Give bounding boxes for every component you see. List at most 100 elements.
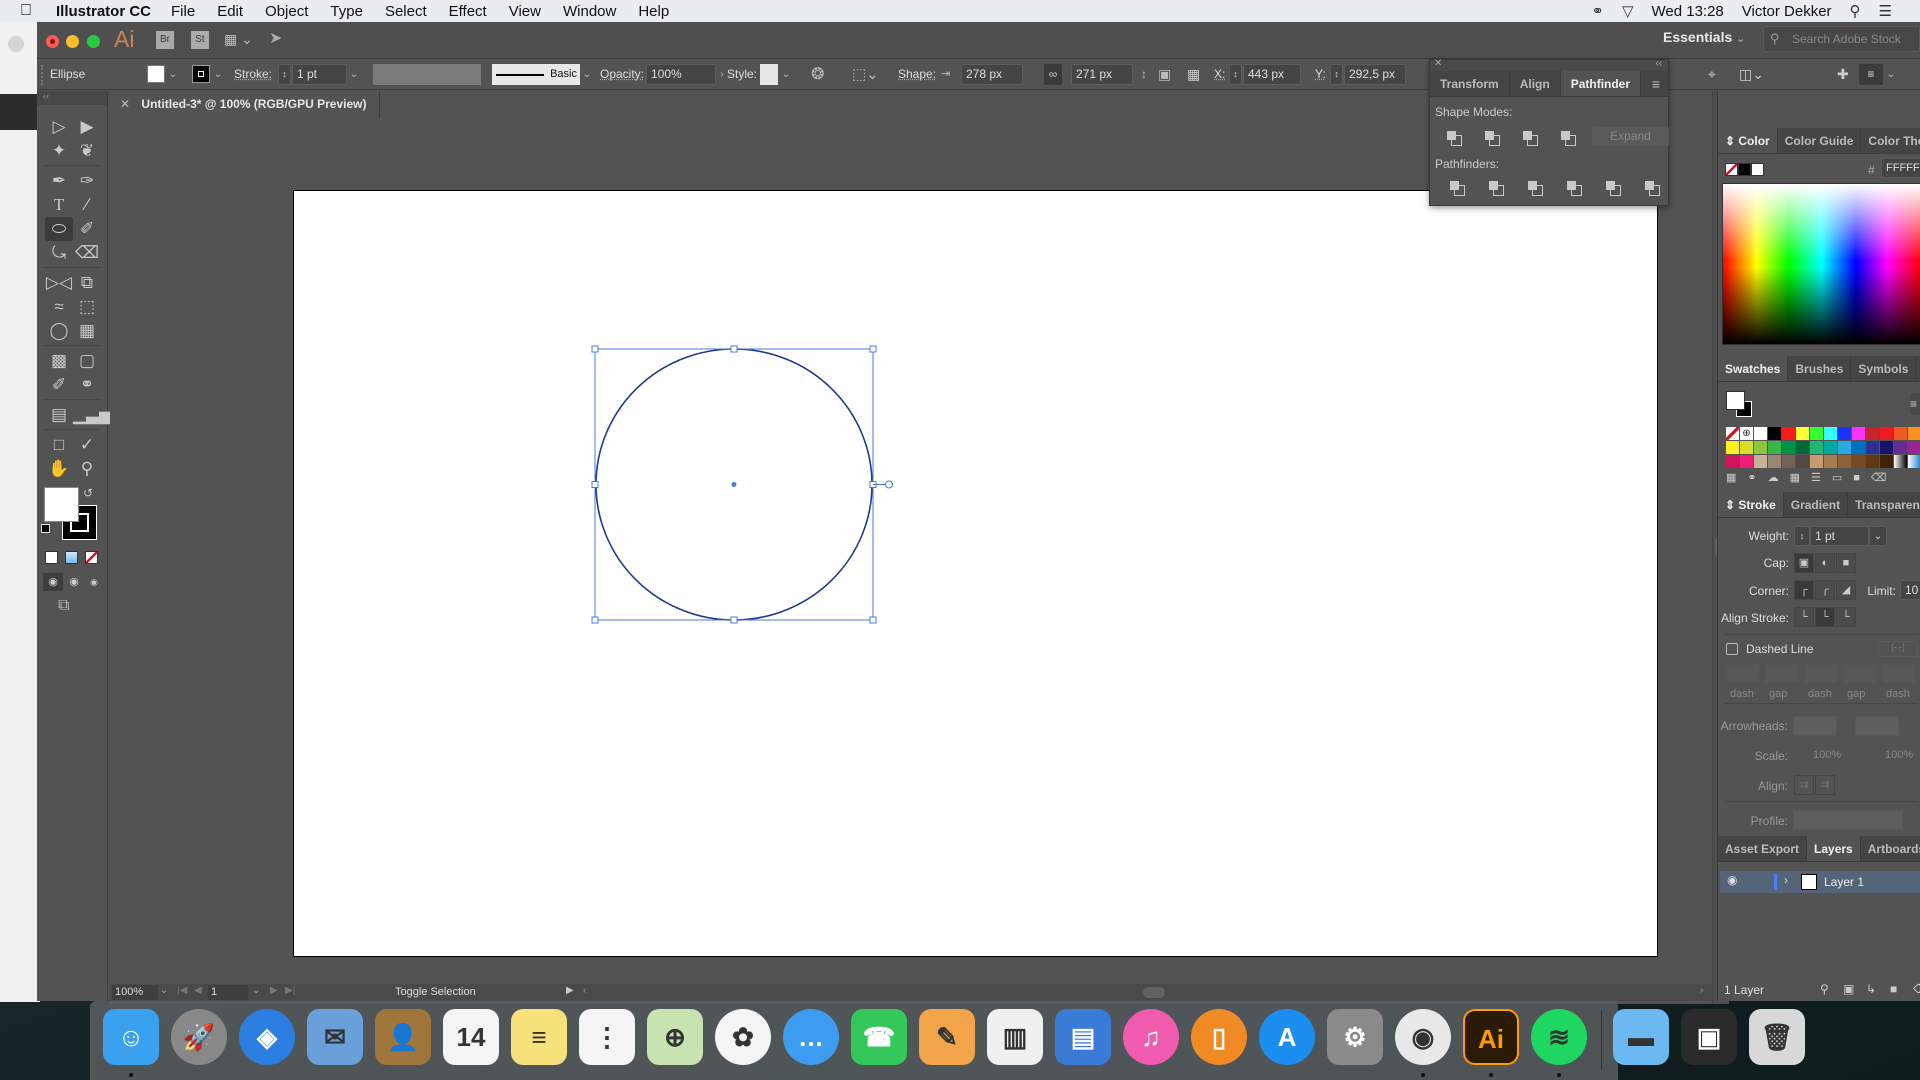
color-swatch[interactable] [1810,455,1823,468]
color-mode-icon[interactable] [45,551,58,564]
gradient-mode-icon[interactable] [65,551,78,564]
dash-align-icon[interactable]: [- -] [1878,641,1918,657]
selection-tool-icon[interactable]: ▷ [45,115,73,139]
tab-swatches[interactable]: Swatches [1718,356,1789,381]
control-menu-chevron-icon[interactable]: ⌄ [1885,64,1897,85]
resize-handle[interactable] [591,616,599,624]
variable-width-profile[interactable] [373,64,481,85]
color-swatch[interactable] [1796,455,1809,468]
dock-ibooks-icon[interactable]: ▯ [1191,1009,1247,1065]
hex-input[interactable]: FFFFFF [1881,158,1920,178]
canvas-area[interactable] [110,118,1712,1004]
end-scale-value[interactable]: 100% [1885,749,1913,761]
color-swatch[interactable] [1782,427,1795,440]
arrow-tip-extend-icon[interactable]: ⇉ [1794,775,1814,795]
resize-handle[interactable] [869,345,877,353]
color-swatch[interactable] [1838,455,1851,468]
dock-facetime-icon[interactable]: ☎ [851,1009,907,1065]
shaper-tool-icon[interactable]: ⤿ [45,241,73,265]
adobe-stock-search-input[interactable]: ⚲ Search Adobe Stock [1763,26,1920,52]
dock-notes-icon[interactable]: ≡ [511,1009,567,1065]
horizontal-scrollbar-thumb[interactable] [1143,987,1165,998]
artboard-tool-icon[interactable]: □ [45,433,73,457]
color-swatch[interactable] [1796,427,1809,440]
merge-icon[interactable] [1528,181,1543,196]
minus-front-icon[interactable] [1485,131,1500,146]
color-swatch[interactable] [1908,427,1920,440]
arrow-tip-place-icon[interactable]: ⇉ [1815,775,1835,795]
color-swatch[interactable] [1796,441,1809,454]
menu-select[interactable]: Select [385,3,427,20]
x-position-input[interactable]: 443 px [1243,64,1301,85]
tab-gradient[interactable]: Gradient [1784,492,1849,517]
stroke-weight-dropdown-icon[interactable]: ⌄ [347,64,361,85]
arrange-grid-icon[interactable]: ✚ [1837,64,1849,85]
new-sublayer-icon[interactable]: ↳ [1866,982,1876,996]
dock-pages-icon[interactable]: ✎ [919,1009,975,1065]
swatch-library-icons[interactable]: ▦⚭☁▦☰▭■⌫ [1726,471,1897,484]
color-swatch[interactable] [1894,441,1907,454]
color-swatch[interactable] [1866,441,1879,454]
color-swatch[interactable] [1852,427,1865,440]
weight-dropdown-icon[interactable]: ⌄ [1869,526,1887,546]
width-profile-select[interactable] [1793,810,1903,830]
isolate-bounding-icon[interactable]: ⬚⌄ [852,64,879,85]
recolor-artwork-icon[interactable]: ❂ [811,64,824,85]
color-swatch[interactable] [1810,441,1823,454]
layer-row[interactable]: ◉ › Layer 1 [1720,871,1920,893]
panel-menu-icon[interactable]: ≡ [1652,76,1660,92]
color-swatch[interactable] [1838,427,1851,440]
swatches-menu-icon[interactable]: ≡ [1910,393,1920,415]
creative-cloud-icon[interactable]: ⚭ [1591,2,1604,20]
color-swatch[interactable] [1754,455,1767,468]
tab-color-guide[interactable]: Color Guide [1778,128,1862,153]
expand-button[interactable]: Expand [1592,127,1669,146]
zoom-window-button[interactable] [87,35,100,48]
gpu-performance-icon[interactable]: ➤ [269,28,282,48]
panel-menu-toggle-icon[interactable]: ≡ [1859,64,1883,85]
stroke-swatch[interactable] [192,65,210,83]
symbol-sprayer-tool-icon[interactable]: ▤ [45,403,73,427]
close-panel-icon[interactable]: ✕ [1434,58,1442,69]
reflect-tool-icon[interactable]: ▷◁ [45,271,73,295]
tab-transform[interactable]: Transform [1430,71,1510,96]
color-swatch[interactable] [1768,427,1781,440]
menu-user[interactable]: Victor Dekker [1742,3,1832,20]
line-segment-tool-icon[interactable]: ∕ [73,193,101,217]
pie-widget-handle[interactable] [885,480,893,489]
resize-handle[interactable] [591,345,599,353]
bevel-join-icon[interactable]: ◢ [1836,580,1856,600]
notification-center-icon[interactable]: ☰ [1879,2,1892,20]
crop-icon[interactable] [1567,181,1582,196]
dock-spotify-installer-icon[interactable]: ▣ [1681,1009,1737,1065]
menu-effect[interactable]: Effect [449,3,487,20]
zoom-dropdown-icon[interactable]: ⌄ [160,985,168,996]
butt-cap-icon[interactable]: ▣ [1794,553,1814,573]
close-document-icon[interactable]: ✕ [120,97,130,111]
shape-width-input[interactable]: 278 px [961,64,1023,85]
unite-icon[interactable] [1447,131,1462,146]
dock-numbers-icon[interactable]: ▥ [987,1009,1043,1065]
dock-safari-icon[interactable]: ◈ [239,1009,295,1065]
color-swatch[interactable] [1838,441,1851,454]
stroke-weight-input[interactable]: 1 pt [292,64,347,85]
dock-photos-icon[interactable]: ✿ [715,1009,771,1065]
dock-trash-icon[interactable]: 🗑 [1749,1009,1805,1065]
none-color-swatch[interactable] [1725,163,1738,176]
magic-wand-tool-icon[interactable]: ✦ [45,139,73,163]
dock-itunes-icon[interactable]: ♫ [1123,1009,1179,1065]
resize-handle[interactable] [730,616,738,624]
color-swatch[interactable]: ⊕ [1740,427,1753,440]
workspace-switcher[interactable]: Essentials ⌄ [1663,29,1745,45]
color-swatch[interactable] [1908,441,1920,454]
y-label[interactable]: Y: [1315,64,1326,85]
brush-definition[interactable]: Basic [492,64,580,85]
constrain-proportions-link-icon[interactable]: ∞ [1044,64,1062,85]
menu-app-name[interactable]: Illustrator CC [56,3,151,20]
locate-object-icon[interactable]: ⚲ [1820,982,1829,996]
expand-layer-icon[interactable]: › [1784,873,1788,887]
tab-color-themes[interactable]: Color Themes [1861,128,1920,153]
color-swatch[interactable] [1866,427,1879,440]
dock-spotify-icon[interactable]: ≋ [1531,1009,1587,1065]
color-swatch[interactable] [1824,427,1837,440]
